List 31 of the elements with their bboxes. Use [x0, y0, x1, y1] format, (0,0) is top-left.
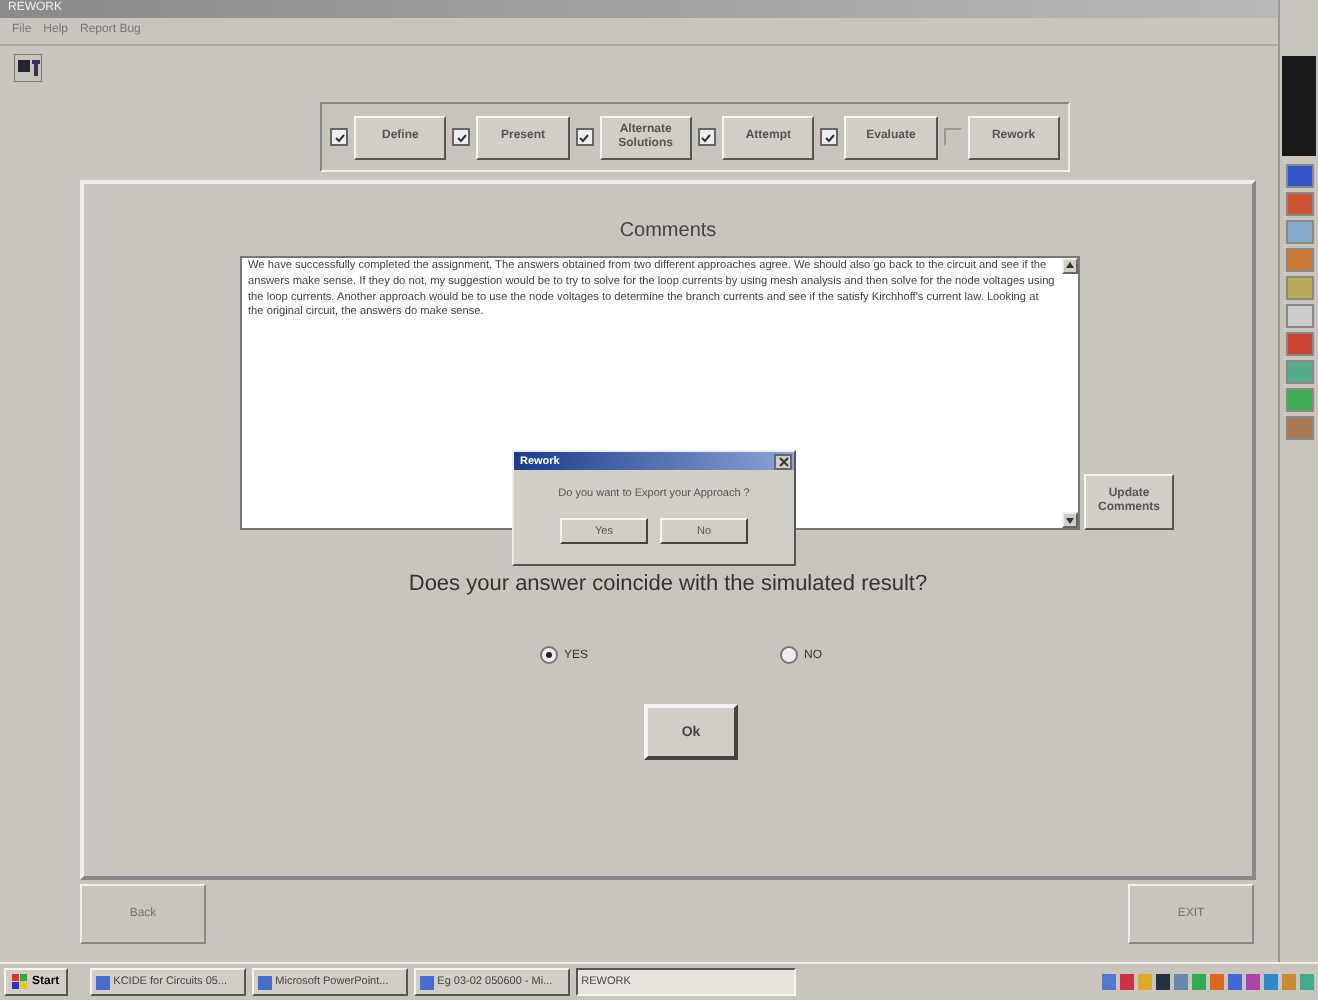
scrollbar[interactable] — [1062, 258, 1078, 528]
window-icon — [419, 975, 434, 990]
app-icon[interactable] — [1285, 164, 1314, 188]
app-icon[interactable] — [1285, 276, 1314, 300]
comments-heading: Comments — [617, 220, 719, 242]
checkbox[interactable] — [575, 128, 594, 146]
window-icon — [257, 975, 272, 990]
app-icon[interactable] — [1285, 192, 1314, 216]
down-arrow-icon — [1064, 514, 1076, 526]
scroll-up-button[interactable] — [1062, 258, 1078, 274]
app-icon[interactable] — [1285, 304, 1314, 328]
close-button[interactable] — [774, 453, 792, 469]
checkbox[interactable] — [330, 128, 348, 146]
radio-circle[interactable] — [540, 646, 558, 664]
window-icon — [95, 975, 110, 990]
app-icon[interactable] — [1285, 360, 1314, 384]
checkbox[interactable] — [697, 128, 716, 146]
checkbox[interactable] — [943, 128, 962, 146]
app-icon[interactable] — [1285, 388, 1314, 412]
dark-panel — [1282, 56, 1317, 156]
app-icon[interactable] — [1285, 220, 1314, 244]
app-icon[interactable] — [1285, 332, 1314, 356]
app-icon[interactable] — [1285, 416, 1314, 440]
question-text: Does your answer coincide with the simulated result? — [406, 572, 930, 596]
radio-circle[interactable] — [780, 646, 798, 664]
checkbox[interactable] — [820, 128, 839, 146]
windows-logo-icon — [12, 974, 28, 991]
app-icon[interactable] — [1285, 248, 1314, 272]
up-arrow-icon — [1064, 260, 1076, 272]
checkbox[interactable] — [452, 128, 471, 146]
scroll-down-button[interactable] — [1062, 512, 1078, 528]
